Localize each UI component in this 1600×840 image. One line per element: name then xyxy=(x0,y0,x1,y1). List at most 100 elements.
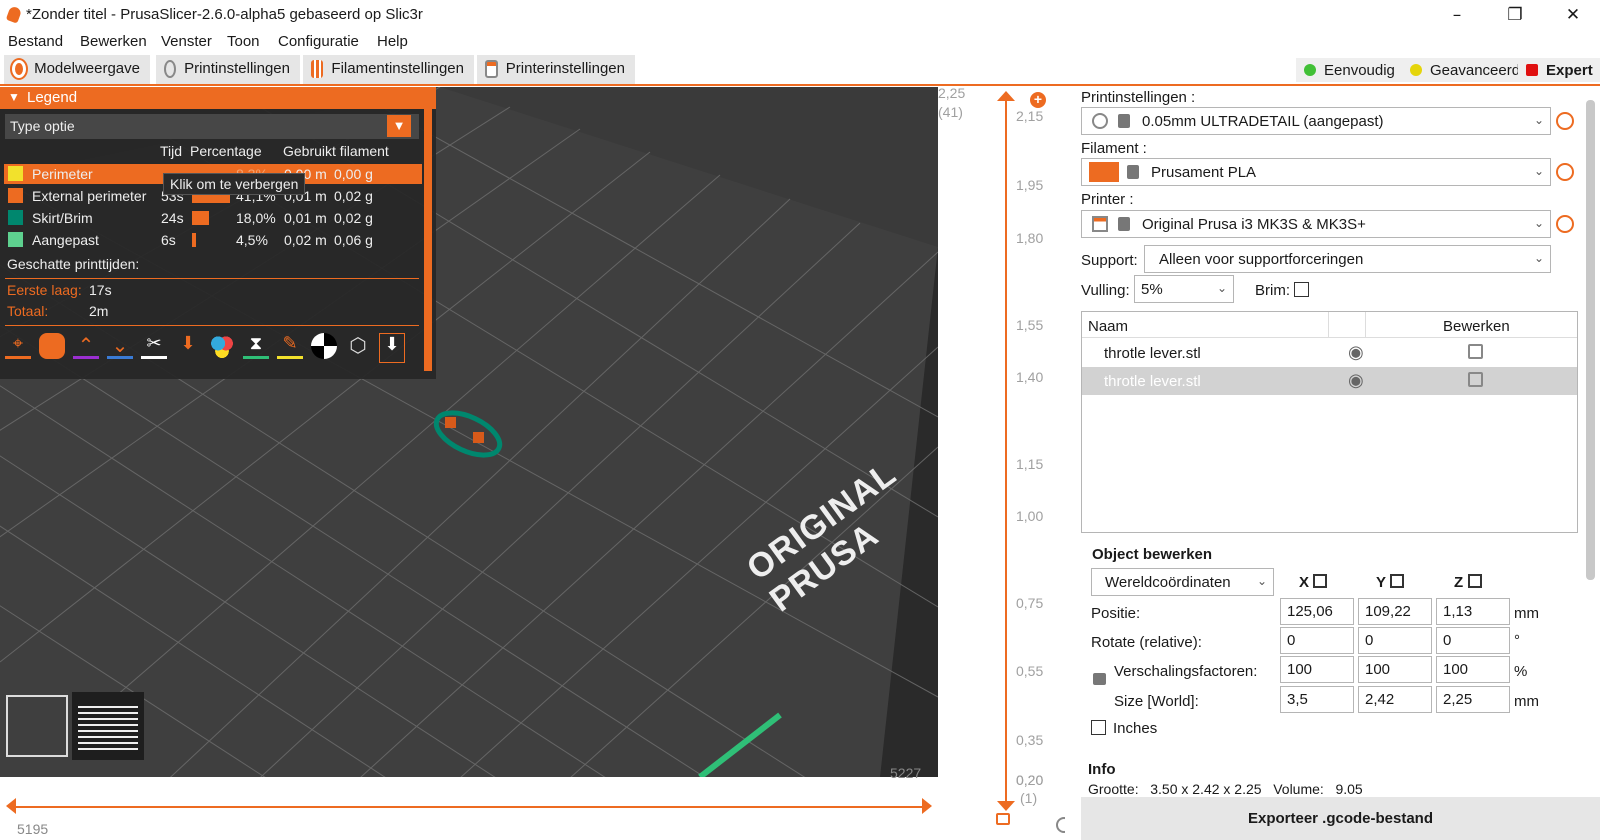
eye-icon[interactable]: ◉ xyxy=(1348,370,1364,391)
window-title: *Zonder titel - PrusaSlicer-2.6.0-alpha5… xyxy=(26,6,423,23)
first-layer-label: Eerste laag: xyxy=(7,282,82,298)
color-swatch xyxy=(8,166,23,181)
size-y-input[interactable]: 2,42 xyxy=(1358,686,1432,713)
vslider-top-thumb-icon[interactable] xyxy=(997,91,1015,101)
layers-view-icon[interactable] xyxy=(72,692,144,760)
pause-prints-icon[interactable]: ⧗ xyxy=(243,333,269,359)
title-bar: *Zonder titel - PrusaSlicer-2.6.0-alpha5… xyxy=(0,0,1600,30)
wipe-icon[interactable] xyxy=(39,333,65,359)
scale-y-input[interactable]: 100 xyxy=(1358,656,1432,683)
size-z-input[interactable]: 2,25 xyxy=(1436,686,1510,713)
vslider-bottom-thumb-icon[interactable] xyxy=(997,801,1015,811)
vslider-track[interactable] xyxy=(1005,95,1007,803)
infill-select[interactable]: 5% ⌄ xyxy=(1134,275,1234,303)
deretractions-icon[interactable]: ⌄ xyxy=(107,333,133,359)
legend-row-aangepast[interactable]: Aangepast 6s 4,5% 0,02 m 0,06 g xyxy=(4,230,422,250)
filament-spool-icon xyxy=(311,60,324,78)
position-x-input[interactable]: 125,06 xyxy=(1280,598,1354,625)
col-percentage: Percentage xyxy=(190,143,262,159)
rotate-y-input[interactable]: 0 xyxy=(1358,627,1432,654)
vslider-tick-label: 1,95 xyxy=(1016,177,1044,193)
3d-view-icon[interactable] xyxy=(6,695,68,757)
support-select[interactable]: Alleen voor supportforceringen ⌄ xyxy=(1144,245,1551,273)
brim-label: Brim: xyxy=(1255,282,1290,299)
print-settings-gear-icon[interactable] xyxy=(1556,112,1574,130)
printer-gear-icon[interactable] xyxy=(1556,215,1574,233)
menu-configuratie[interactable]: Configuratie xyxy=(278,33,359,50)
tab-printerinstellingen[interactable]: Printerinstellingen xyxy=(477,55,635,84)
brim-checkbox[interactable] xyxy=(1294,282,1309,297)
tab-printinstellingen[interactable]: Printinstellingen xyxy=(156,55,300,84)
printer-select[interactable]: Original Prusa i3 MK3S & MK3S+ ⌄ xyxy=(1081,210,1551,238)
color-changes-icon[interactable] xyxy=(209,333,235,359)
filament-select[interactable]: Prusament PLA ⌄ xyxy=(1081,158,1551,186)
center-of-gravity-icon[interactable] xyxy=(311,333,337,359)
mode-geavanceerd-button[interactable]: Geavanceerd xyxy=(1402,58,1529,82)
menu-help[interactable]: Help xyxy=(377,33,408,50)
object-list-header: Naam Bewerken xyxy=(1082,312,1577,338)
position-z-input[interactable]: 1,13 xyxy=(1436,598,1510,625)
hslider-track[interactable] xyxy=(12,806,926,808)
legend-row-weight: 0,06 g xyxy=(334,232,373,248)
vslider-top-value: 2,25 xyxy=(938,85,966,101)
legend-row-name: Perimeter xyxy=(32,166,93,182)
hslider-right-thumb-icon[interactable] xyxy=(922,798,932,814)
edit-object-icon[interactable] xyxy=(1468,344,1483,359)
col-time: Tijd xyxy=(160,143,183,159)
size-x-input[interactable]: 3,5 xyxy=(1280,686,1354,713)
lock-icon xyxy=(1127,165,1139,179)
inches-checkbox[interactable] xyxy=(1091,720,1106,735)
menu-bestand[interactable]: Bestand xyxy=(8,33,63,50)
menu-bewerken[interactable]: Bewerken xyxy=(80,33,147,50)
export-gcode-button[interactable]: Exporteer .gcode-bestand xyxy=(1081,797,1600,840)
custom-gcode-icon[interactable]: ✎ xyxy=(277,333,303,359)
unlock-icon[interactable] xyxy=(996,813,1010,825)
legend-scrollbar[interactable] xyxy=(424,109,432,371)
printer-icon xyxy=(1092,216,1108,232)
hslider-left-thumb-icon[interactable] xyxy=(6,798,16,814)
edit-object-icon[interactable] xyxy=(1468,372,1483,387)
shells-icon[interactable]: ⬡ xyxy=(345,333,371,359)
scale-z-input[interactable]: 100 xyxy=(1436,656,1510,683)
rotate-z-input[interactable]: 0 xyxy=(1436,627,1510,654)
seams-icon[interactable]: ✂ xyxy=(141,333,167,359)
legend-row-time: 6s xyxy=(161,232,176,248)
menu-venster[interactable]: Venster xyxy=(161,33,212,50)
printer-icon xyxy=(485,60,498,78)
chevron-down-icon: ⌄ xyxy=(1256,574,1267,588)
eye-icon[interactable]: ◉ xyxy=(1348,342,1364,363)
tab-label: Printinstellingen xyxy=(184,60,290,77)
tab-filamentinstellingen[interactable]: Filamentinstellingen xyxy=(303,55,474,84)
menu-toon[interactable]: Toon xyxy=(227,33,260,50)
estimated-times-label: Geschatte printtijden: xyxy=(7,256,140,272)
mode-label: Geavanceerd xyxy=(1430,61,1521,79)
mode-eenvoudig-button[interactable]: Eenvoudig xyxy=(1296,58,1403,82)
add-color-change-icon[interactable]: + xyxy=(1030,92,1046,108)
mode-expert-button[interactable]: Expert xyxy=(1518,58,1600,82)
print-settings-select[interactable]: 0.05mm ULTRADETAIL (aangepast) ⌄ xyxy=(1081,107,1551,135)
filament-gear-icon[interactable] xyxy=(1556,163,1574,181)
rotate-x-input[interactable]: 0 xyxy=(1280,627,1354,654)
minimize-icon[interactable]: – xyxy=(1434,2,1480,28)
mode-dot-icon xyxy=(1304,64,1316,76)
axis-y-label: Y xyxy=(1376,574,1387,591)
object-row[interactable]: throtle lever.stl ◉ xyxy=(1082,339,1577,367)
position-y-input[interactable]: 109,22 xyxy=(1358,598,1432,625)
tool-changes-icon[interactable]: ⬇ xyxy=(175,333,201,359)
object-row-selected[interactable]: throtle lever.stl ◉ xyxy=(1082,367,1577,395)
vslider-tick-label: 1,00 xyxy=(1016,508,1044,524)
scale-lock-icon[interactable] xyxy=(1093,673,1106,685)
close-icon[interactable]: ✕ xyxy=(1550,2,1596,28)
restore-icon[interactable]: ❐ xyxy=(1492,2,1538,28)
legend-row-skirt-brim[interactable]: Skirt/Brim 24s 18,0% 0,01 m 0,02 g xyxy=(4,208,422,228)
coordinate-system-select[interactable]: Wereldcoördinaten ⌄ xyxy=(1091,568,1274,596)
tab-modelweergave[interactable]: Modelweergave xyxy=(4,55,150,84)
first-layer-value: 17s xyxy=(89,282,112,298)
travel-icon[interactable]: ⌖ xyxy=(5,333,31,359)
legend-header[interactable]: ▼ Legend xyxy=(0,87,436,109)
scale-x-input[interactable]: 100 xyxy=(1280,656,1354,683)
sidebar-scrollbar[interactable] xyxy=(1586,100,1595,580)
legend-type-select[interactable]: Type optie ▼ xyxy=(5,114,419,139)
retractions-icon[interactable]: ⌃ xyxy=(73,333,99,359)
tool-marker-icon[interactable]: ⬇ xyxy=(379,333,405,363)
